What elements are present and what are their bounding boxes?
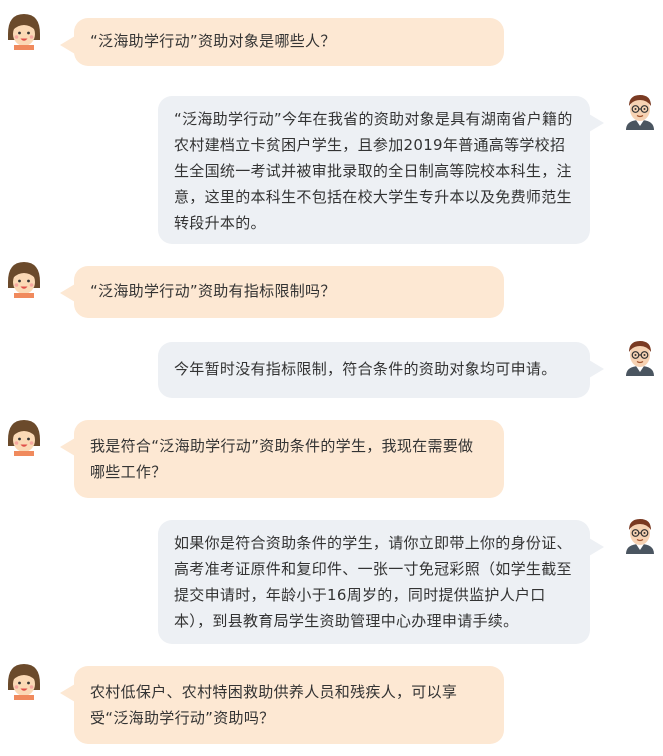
asker-avatar bbox=[4, 258, 44, 298]
answer-bubble: 今年暂时没有指标限制，符合条件的资助对象均可申请。 bbox=[158, 342, 604, 398]
girl-avatar-icon bbox=[4, 10, 44, 50]
girl-avatar-icon bbox=[4, 660, 44, 700]
man-with-glasses-avatar-icon bbox=[620, 514, 660, 554]
question-bubble: 农村低保户、农村特困救助供养人员和残疾人，可以享受“泛海助学行动”资助吗？ bbox=[60, 666, 504, 744]
answerer-avatar bbox=[620, 90, 660, 130]
girl-avatar-icon bbox=[4, 416, 44, 456]
girl-avatar-icon bbox=[4, 258, 44, 298]
answer-bubble: 如果你是符合资助条件的学生，请你立即带上你的身份证、高考准考证原件和复印件、一张… bbox=[158, 520, 604, 644]
asker-avatar bbox=[4, 10, 44, 50]
man-with-glasses-avatar-icon bbox=[620, 336, 660, 376]
asker-avatar bbox=[4, 416, 44, 456]
answerer-avatar bbox=[620, 336, 660, 376]
asker-avatar bbox=[4, 660, 44, 700]
question-bubble: “泛海助学行动”资助对象是哪些人？ bbox=[60, 18, 504, 66]
answer-bubble: “泛海助学行动”今年在我省的资助对象是具有湖南省户籍的农村建档立卡贫困户学生，且… bbox=[158, 96, 604, 244]
question-bubble: 我是符合“泛海助学行动”资助条件的学生，我现在需要做哪些工作？ bbox=[60, 420, 504, 498]
man-with-glasses-avatar-icon bbox=[620, 90, 660, 130]
question-bubble: “泛海助学行动”资助有指标限制吗？ bbox=[60, 266, 504, 318]
answerer-avatar bbox=[620, 514, 660, 554]
